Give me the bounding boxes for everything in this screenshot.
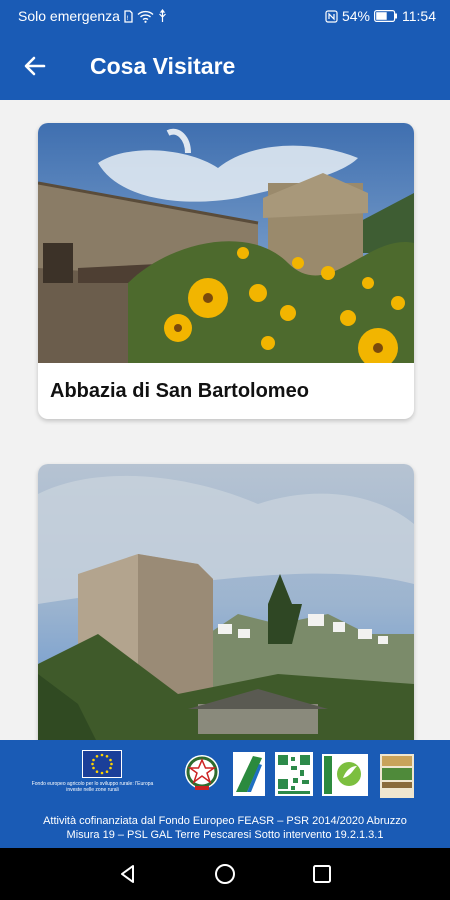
back-button[interactable] bbox=[0, 32, 70, 100]
arrow-back-icon bbox=[24, 56, 46, 76]
italian-republic-emblem-logo bbox=[183, 752, 221, 794]
battery-icon bbox=[374, 10, 398, 22]
nav-back-button[interactable] bbox=[108, 854, 148, 894]
status-right: 54% 11:54 bbox=[325, 8, 436, 24]
app-bar: Cosa Visitare bbox=[0, 32, 450, 100]
page-title: Cosa Visitare bbox=[90, 52, 236, 79]
abruzzo-region-logo bbox=[233, 752, 265, 796]
status-bar: Solo emergenza ! 54% 11:54 bbox=[0, 0, 450, 32]
leader-logo bbox=[322, 754, 368, 796]
places-list[interactable]: Abbazia di San Bartolomeo bbox=[0, 100, 450, 740]
back-triangle-icon bbox=[121, 865, 135, 883]
nav-recents-button[interactable] bbox=[302, 854, 342, 894]
place-card-tower[interactable] bbox=[38, 464, 414, 740]
status-left: Solo emergenza ! bbox=[18, 8, 167, 24]
funding-line-1: Attività cofinanziata dal Fondo Europeo … bbox=[43, 815, 407, 827]
gal-terre-pescaresi-logo bbox=[380, 754, 414, 798]
nav-home-button[interactable] bbox=[205, 854, 245, 894]
funding-footer: Fondo europeo agricolo per lo sviluppo r… bbox=[0, 740, 450, 848]
place-card-abbazia[interactable]: Abbazia di San Bartolomeo bbox=[38, 123, 414, 419]
usb-icon bbox=[158, 9, 167, 23]
carrier-label: Solo emergenza bbox=[18, 8, 120, 24]
funding-line-2: Misura 19 – PSL GAL Terre Pescaresi Sott… bbox=[66, 829, 384, 841]
place-image-abbey bbox=[38, 123, 414, 363]
clock: 11:54 bbox=[402, 8, 436, 24]
funding-text: Attività cofinanziata dal Fondo Europeo … bbox=[0, 814, 450, 842]
system-nav-bar bbox=[0, 848, 450, 900]
partner-logos: Fondo europeo agricolo per lo sviluppo r… bbox=[0, 750, 450, 800]
battery-percent: 54% bbox=[341, 8, 370, 24]
svg-text:!: ! bbox=[126, 15, 128, 22]
nfc-icon bbox=[325, 9, 338, 23]
eu-flag-logo: Fondo europeo agricolo per lo sviluppo r… bbox=[30, 750, 155, 798]
eu-flag-icon bbox=[82, 750, 122, 778]
qr-code-logo bbox=[275, 752, 313, 796]
recents-square-icon bbox=[312, 865, 331, 883]
home-circle-icon bbox=[214, 864, 235, 884]
eu-caption: Fondo europeo agricolo per lo sviluppo r… bbox=[31, 781, 154, 793]
wifi-icon bbox=[137, 10, 154, 23]
place-image-tower bbox=[38, 464, 414, 740]
place-title: Abbazia di San Bartolomeo bbox=[50, 379, 309, 402]
sim-icon: ! bbox=[124, 9, 133, 23]
